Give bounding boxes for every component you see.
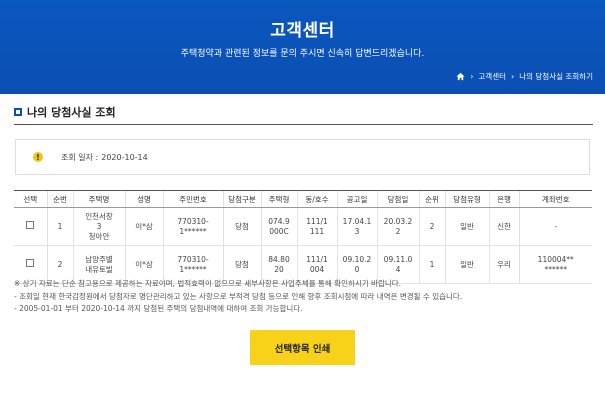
table-cell: 770310- 1****** (162, 207, 223, 246)
table-row: 1 인천서창 3 청아안 이*삼 770310- 1****** 당첨 074.… (14, 207, 592, 246)
table-cell: 2 (418, 207, 445, 246)
section-title-text: 나의 당첨사실 조회 (27, 106, 116, 119)
footnote: ※ 상기 자료는 단순 참고용으로 제공하는 자료이며, 법적효력이 없으므로 … (14, 279, 402, 288)
page-title: 고객센터 (270, 21, 335, 41)
home-icon[interactable] (456, 72, 465, 81)
column-header: 당첨일 (376, 190, 419, 208)
page-subtitle: 주택청약과 관련된 정보를 문의 주시면 신속히 답변드리겠습니다. (180, 49, 425, 59)
table-cell: 074.9 000C (260, 207, 297, 246)
column-header: 당첨구분 (222, 190, 261, 208)
column-header: 동/호수 (296, 190, 337, 208)
table-cell: 17.04.1 3 (336, 207, 377, 246)
column-header: 주택형 (260, 190, 297, 208)
select-cell (14, 207, 47, 246)
footnote: - 2005-01-01 부터 2020-10-14 까지 당첨된 주택의 당첨… (14, 304, 303, 313)
table-cell: 1 (46, 207, 73, 246)
warning-icon: ! (33, 152, 43, 162)
column-header: 순위 (418, 190, 445, 208)
section-title: 나의 당첨사실 조회 (14, 104, 116, 120)
table-cell: 일반 (444, 207, 489, 246)
column-header: 은행 (488, 190, 519, 208)
winning-history-table: 선택 순번 주택명 성명 주민번호 당첨구분 주택형 동/호수 공고일 당첨일 … (14, 190, 592, 284)
column-header: 계좌번호 (518, 190, 592, 208)
query-date-value: 2020-10-14 (101, 152, 148, 162)
table-cell: 당첨 (222, 207, 261, 246)
query-date-label: 조회 일자 : (61, 152, 99, 162)
table-cell: - (518, 207, 592, 246)
square-bullet-icon (14, 108, 22, 116)
disclaimer-notes: ※ 상기 자료는 단순 참고용으로 제공하는 자료이며, 법적효력이 없으므로 … (14, 278, 599, 316)
table-cell: 이*삼 (124, 207, 163, 246)
table-cell: 111/1 111 (296, 207, 337, 246)
column-header: 공고일 (336, 190, 377, 208)
chevron-right-icon: › (470, 72, 474, 81)
column-header: 주민번호 (162, 190, 223, 208)
table-cell: 인천서창 3 청아안 (72, 207, 125, 246)
chevron-right-icon: › (511, 72, 515, 81)
divider (14, 124, 593, 125)
query-date-notice: ! 조회 일자 : 2020-10-14 (15, 139, 590, 175)
column-header: 선택 (14, 190, 47, 208)
row-checkbox[interactable] (26, 221, 35, 229)
column-header: 성명 (124, 190, 163, 208)
table-header-row: 선택 순번 주택명 성명 주민번호 당첨구분 주택형 동/호수 공고일 당첨일 … (14, 190, 592, 208)
column-header: 주택명 (72, 190, 125, 208)
header-banner: 고객센터 주택청약과 관련된 정보를 문의 주시면 신속히 답변드리겠습니다. … (0, 0, 605, 94)
table-cell: 신한 (488, 207, 519, 246)
print-selected-button[interactable]: 선택항목 인쇄 (250, 330, 355, 365)
breadcrumb: › 고객센터 › 나의 당첨사실 조회하기 (456, 71, 593, 82)
row-checkbox[interactable] (26, 259, 35, 267)
column-header: 당첨유형 (444, 190, 489, 208)
breadcrumb-item-current: 나의 당첨사실 조회하기 (519, 72, 593, 81)
footnote: - 조회일 현재 한국감정원에서 당첨자로 명단관리하고 있는 사항으로 부적격… (14, 291, 463, 301)
table-cell: 20.03.2 2 (376, 207, 419, 246)
column-header: 순번 (46, 190, 73, 208)
breadcrumb-item-customer-center[interactable]: 고객센터 (478, 71, 506, 82)
